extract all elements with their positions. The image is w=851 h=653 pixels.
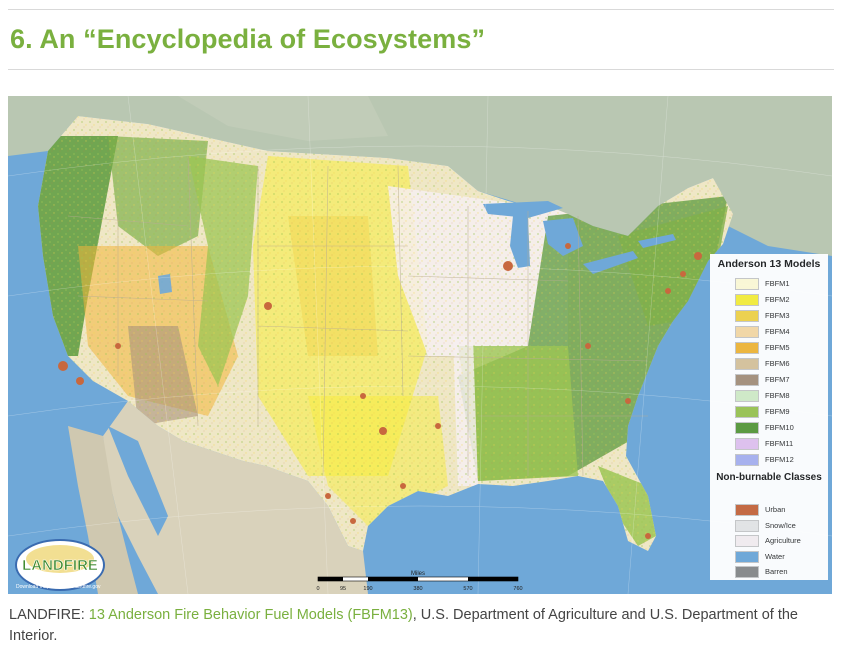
legend-swatch	[735, 535, 759, 547]
legend-swatch	[735, 438, 759, 450]
legend-label: Urban	[765, 505, 786, 514]
scale-tick-label: 760	[513, 586, 522, 592]
legend-label: FBFM5	[765, 343, 790, 352]
logo-tagline: Download maps & data at landfire.gov	[16, 584, 101, 590]
legend-label: FBFM3	[765, 311, 790, 320]
legend-label: FBFM8	[765, 391, 790, 400]
legend-label: FBFM7	[765, 375, 790, 384]
legend-swatch	[735, 422, 759, 434]
legend-label: Water	[765, 551, 785, 561]
legend-label: Barren	[765, 567, 788, 576]
map-legend: Anderson 13 Models FBFM1 FBFM2 FBFM3 FBFM4 F…	[710, 254, 828, 580]
legend-swatch	[735, 310, 759, 322]
legend-label: FBFM4	[765, 327, 790, 336]
legend-swatch	[735, 342, 759, 354]
section-heading: 6. An “Encyclopedia of Ecosystems”	[10, 24, 486, 54]
legend-nonburnable-title: Non-burnable Classes	[716, 472, 822, 483]
legend-label: FBFM11	[765, 439, 794, 448]
legend-swatch	[735, 374, 759, 386]
legend-label: FBFM1	[765, 279, 790, 288]
legend-swatch	[735, 406, 759, 418]
legend-swatch	[735, 454, 759, 466]
legend-swatch	[735, 358, 759, 370]
legend-title: Anderson 13 Models	[717, 258, 821, 270]
scale-tick-label: 570	[463, 586, 472, 592]
legend-swatch	[735, 519, 759, 532]
legend-label: FBFM2	[765, 295, 790, 304]
legend-label: Snow/Ice	[765, 520, 796, 530]
legend-swatch	[735, 504, 759, 516]
scale-units: Miles	[411, 571, 425, 577]
caption-prefix: LANDFIRE:	[9, 607, 89, 623]
legend-label: FBFM12	[765, 455, 794, 464]
legend-swatch	[735, 390, 759, 402]
legend-swatch	[735, 550, 759, 563]
image-caption: LANDFIRE: 13 Anderson Fire Behavior Fuel…	[9, 605, 829, 647]
map-canvas: LANDFIRE Download maps & data at landfir…	[8, 96, 832, 594]
fuel-model-map[interactable]: LANDFIRE Download maps & data at landfir…	[8, 96, 832, 594]
legend-swatch	[735, 326, 759, 338]
logo-wordmark: LANDFIRE	[22, 557, 98, 574]
scale-tick-label: 190	[363, 586, 372, 592]
legend-swatch	[735, 566, 759, 578]
legend-label: FBFM6	[765, 359, 790, 368]
scale-tick-label: 380	[413, 586, 422, 592]
legend-swatch	[735, 278, 759, 290]
caption-link[interactable]: 13 Anderson Fire Behavior Fuel Models (F…	[89, 607, 413, 623]
top-divider	[8, 9, 834, 10]
legend-swatch	[735, 294, 759, 306]
scale-tick-label: 0	[316, 586, 319, 592]
heading-divider	[8, 69, 834, 70]
legend-label: FBFM9	[765, 407, 790, 416]
landfire-logo: LANDFIRE Download maps & data at landfir…	[15, 539, 105, 591]
scale-tick-label: 95	[340, 586, 346, 592]
legend-label: Agriculture	[765, 536, 801, 545]
legend-label: FBFM10	[765, 423, 794, 432]
